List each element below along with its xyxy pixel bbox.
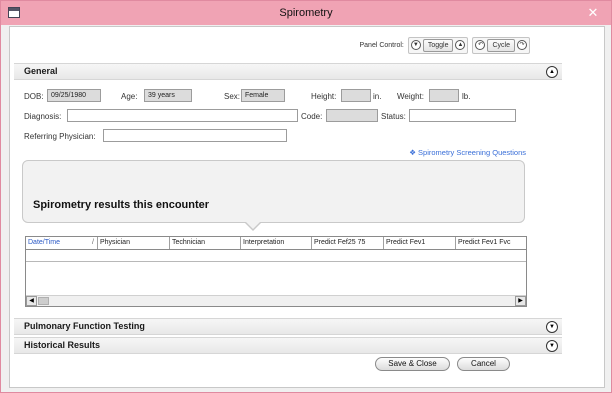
column-technician[interactable]: Technician	[170, 237, 241, 249]
form-body: Panel Control: ▼ Toggle ▲ ↶ Cycle ↷ Gene…	[9, 26, 605, 388]
diagnosis-label: Diagnosis:	[24, 112, 62, 121]
column-predict-fev1-fvc[interactable]: Predict Fev1 Fvc	[456, 237, 526, 249]
collapse-icon[interactable]: ▼	[410, 40, 421, 50]
column-physician[interactable]: Physician	[98, 237, 170, 249]
screening-questions-label: Spirometry Screening Questions	[418, 148, 526, 157]
dob-field: 09/25/1980	[47, 89, 101, 102]
section-general[interactable]: General ▲	[14, 63, 562, 80]
diagnosis-field[interactable]	[67, 109, 298, 122]
toggle-group: ▼ Toggle ▲	[407, 36, 469, 54]
screening-questions-link[interactable]: ❖ Spirometry Screening Questions	[409, 148, 526, 157]
rotate-right-icon[interactable]: ↷	[517, 40, 527, 50]
results-title: Spirometry results this encounter	[33, 199, 210, 211]
expand-historical-icon[interactable]: ▼	[546, 340, 558, 352]
sex-field: Female	[241, 89, 285, 102]
panel-control: Panel Control: ▼ Toggle ▲ ↶ Cycle ↷	[359, 36, 530, 54]
horizontal-scrollbar[interactable]: ◀ ▶	[26, 295, 526, 306]
section-historical-results[interactable]: Historical Results ▼	[14, 337, 562, 354]
status-field[interactable]	[409, 109, 516, 122]
height-unit: in.	[373, 92, 382, 101]
cycle-group: ↶ Cycle ↷	[472, 36, 530, 54]
panel-control-label: Panel Control:	[359, 41, 404, 49]
save-close-button[interactable]: Save & Close	[375, 357, 450, 371]
window-title: Spirometry	[279, 7, 333, 19]
section-historical-title: Historical Results	[24, 340, 101, 350]
rotate-left-icon[interactable]: ↶	[475, 40, 486, 50]
weight-unit: lb.	[462, 92, 471, 101]
close-icon[interactable]: ✕	[585, 5, 601, 20]
age-label: Age:	[121, 92, 138, 101]
column-predict-fev1[interactable]: Predict Fev1	[384, 237, 456, 249]
expand-pulmonary-icon[interactable]: ▼	[546, 321, 558, 333]
collapse-general-icon[interactable]: ▲	[546, 66, 558, 78]
table-row[interactable]	[26, 250, 526, 262]
code-label: Code:	[301, 112, 323, 121]
sort-indicator-icon: /	[92, 239, 94, 246]
referring-physician-field[interactable]	[103, 129, 287, 142]
scroll-left-icon[interactable]: ◀	[26, 296, 37, 306]
sex-label: Sex:	[224, 92, 241, 101]
grid-header-row: Date/Time / Physician Technician Interpr…	[26, 237, 526, 250]
cycle-button[interactable]: Cycle	[487, 38, 515, 52]
section-pulmonary-function-testing[interactable]: Pulmonary Function Testing ▼	[14, 318, 562, 335]
expand-icon[interactable]: ▲	[455, 40, 466, 50]
results-grid: Date/Time / Physician Technician Interpr…	[25, 236, 527, 307]
diamond-bullet-icon: ❖	[409, 148, 416, 157]
results-panel: Spirometry results this encounter	[22, 160, 525, 223]
column-interpretation[interactable]: Interpretation	[241, 237, 312, 249]
spirometry-window: Spirometry ✕ Panel Control: ▼ Toggle ▲ ↶…	[0, 0, 612, 393]
cancel-button[interactable]: Cancel	[457, 357, 510, 371]
status-label: Status:	[381, 112, 406, 121]
dob-label: DOB:	[24, 92, 44, 101]
column-label: Date/Time	[28, 239, 61, 246]
scrollbar-thumb[interactable]	[38, 297, 49, 305]
title-bar[interactable]: Spirometry ✕	[1, 1, 611, 25]
weight-label: Weight:	[397, 92, 424, 101]
height-label: Height:	[311, 92, 337, 101]
code-field	[326, 109, 378, 122]
toggle-button[interactable]: Toggle	[422, 38, 454, 52]
column-predict-fef25-75[interactable]: Predict Fef25 75	[312, 237, 384, 249]
scroll-right-icon[interactable]: ▶	[515, 296, 526, 306]
age-field: 39 years	[144, 89, 192, 102]
section-pulmonary-title: Pulmonary Function Testing	[24, 321, 145, 331]
section-general-title: General	[24, 66, 58, 76]
weight-field[interactable]	[429, 89, 459, 102]
referring-physician-label: Referring Physician:	[24, 132, 96, 141]
height-field[interactable]	[341, 89, 371, 102]
callout-pointer	[245, 221, 261, 229]
column-date-time[interactable]: Date/Time /	[26, 237, 98, 249]
